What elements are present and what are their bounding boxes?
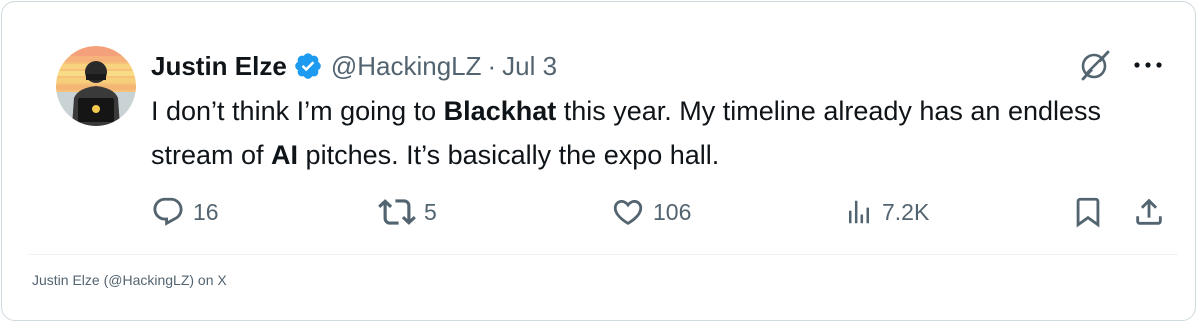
share-button[interactable] bbox=[1132, 192, 1166, 232]
views-bar-chart-icon bbox=[849, 200, 869, 224]
tweet-header: Justin Elze @HackingLZ · Jul 3 bbox=[151, 48, 557, 84]
tweet-text-segment: I don’t think I’m going to bbox=[151, 96, 444, 126]
like-button[interactable]: 106 bbox=[611, 192, 691, 232]
author-name[interactable]: Justin Elze bbox=[151, 51, 287, 82]
divider bbox=[28, 254, 1178, 255]
reply-count: 16 bbox=[193, 198, 219, 225]
separator-dot: · bbox=[487, 50, 497, 81]
bookmark-button[interactable] bbox=[1071, 192, 1105, 232]
heart-icon bbox=[613, 199, 643, 225]
more-icon[interactable] bbox=[1130, 52, 1166, 78]
tweet-text-bold-blackhat: Blackhat bbox=[443, 96, 557, 126]
share-icon bbox=[1136, 198, 1162, 225]
repost-count: 5 bbox=[424, 198, 437, 225]
grok-icon[interactable] bbox=[1078, 48, 1112, 82]
tweet-actions: 16 5 106 7.2K bbox=[2, 192, 1199, 232]
tweet-card: Justin Elze @HackingLZ · Jul 3 I don’t t… bbox=[1, 1, 1196, 321]
avatar[interactable] bbox=[56, 46, 136, 126]
verified-badge-icon[interactable] bbox=[293, 51, 323, 81]
tweet-text: I don’t think I’m going to Blackhat this… bbox=[151, 89, 1151, 177]
tweet-text-bold-ai: AI bbox=[271, 140, 299, 170]
like-count: 106 bbox=[653, 198, 692, 225]
reply-button[interactable]: 16 bbox=[151, 192, 219, 232]
avatar-image bbox=[56, 46, 136, 126]
tweet-date[interactable]: Jul 3 bbox=[502, 51, 557, 82]
author-handle[interactable]: @HackingLZ bbox=[331, 51, 482, 82]
attribution-footer: Justin Elze (@HackingLZ) on X bbox=[32, 272, 227, 288]
repost-icon bbox=[378, 199, 416, 225]
views-button[interactable]: 7.2K bbox=[844, 192, 929, 232]
repost-button[interactable]: 5 bbox=[378, 192, 437, 232]
views-count: 7.2K bbox=[882, 198, 930, 225]
bookmark-icon bbox=[1076, 197, 1100, 228]
reply-icon bbox=[153, 197, 183, 226]
tweet-text-segment: pitches. It’s basically the expo hall. bbox=[298, 140, 720, 170]
